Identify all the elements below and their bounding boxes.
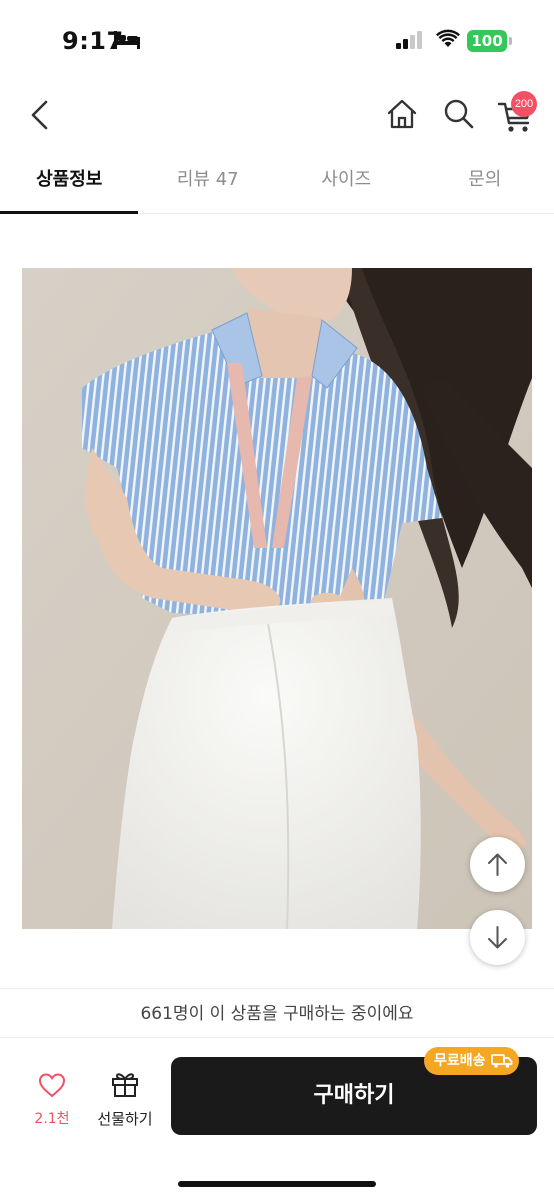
scroll-up-button[interactable] <box>470 837 525 892</box>
gift-icon <box>112 1073 138 1097</box>
scroll-down-button[interactable] <box>470 910 525 965</box>
search-button[interactable] <box>441 96 477 132</box>
tab-reviews[interactable]: 리뷰 47 <box>139 148 278 213</box>
tab-size[interactable]: 사이즈 <box>277 148 416 213</box>
tab-inquiry[interactable]: 문의 <box>416 148 554 213</box>
search-icon <box>444 99 474 129</box>
battery-indicator: 100 <box>467 30 507 52</box>
free-shipping-label: 무료배송 <box>434 1053 486 1069</box>
sleep-mode-icon <box>114 31 140 53</box>
product-tabs: 상품정보 리뷰 47 사이즈 문의 <box>0 148 554 214</box>
back-button[interactable] <box>22 96 58 134</box>
cellular-signal-icon <box>396 31 424 53</box>
arrow-up-icon <box>488 853 507 876</box>
cart-count-badge: 200 <box>511 91 537 117</box>
status-bar: 9:17 100 <box>0 0 554 80</box>
like-count: 2.1천 <box>34 1111 70 1127</box>
home-icon <box>387 99 417 129</box>
delivery-truck-icon <box>490 1054 512 1068</box>
home-indicator <box>178 1181 376 1187</box>
home-button[interactable] <box>384 96 420 132</box>
chevron-left-icon <box>31 100 48 130</box>
purchase-activity-notice: 661명이 이 상품을 구매하는 중이에요 <box>0 988 554 1038</box>
tab-product-info[interactable]: 상품정보 <box>0 148 139 214</box>
product-photo <box>22 268 532 929</box>
wifi-icon <box>436 29 460 53</box>
battery-tip <box>509 37 512 45</box>
gift-button[interactable]: 선물하기 <box>92 1070 158 1129</box>
like-button[interactable]: 2.1천 <box>28 1072 76 1128</box>
heart-icon <box>38 1073 66 1098</box>
gift-label: 선물하기 <box>97 1110 153 1128</box>
free-shipping-badge: 무료배송 <box>424 1047 519 1075</box>
arrow-down-icon <box>488 926 507 949</box>
top-navigation <box>0 86 554 144</box>
